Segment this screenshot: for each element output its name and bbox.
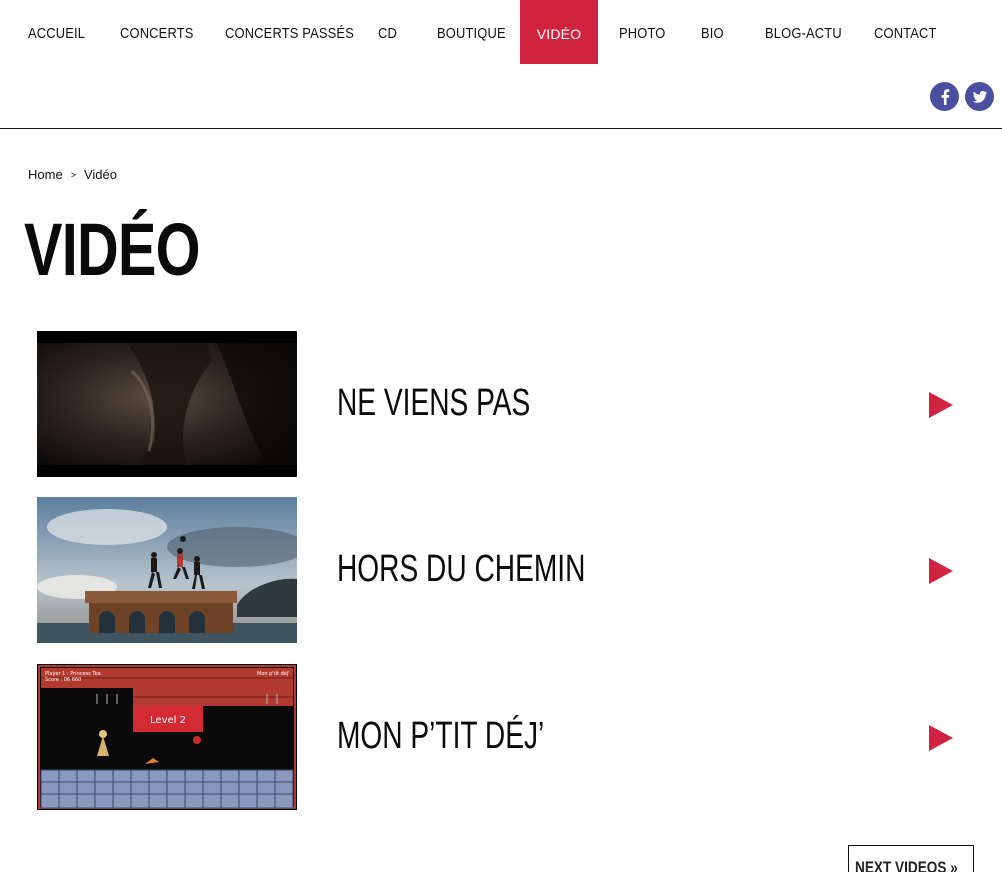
nav-item-cd[interactable]: CD — [378, 0, 397, 64]
next-videos-label: NEXT VIDEOS » — [855, 858, 958, 872]
video-thumbnail[interactable]: Player 1 : Princess Tea Score : 06 660 M… — [37, 664, 297, 810]
breadcrumb: Home > Vidéo — [28, 167, 117, 182]
play-icon[interactable] — [929, 558, 953, 584]
game-title-text: Mon p'tit déj' — [257, 670, 290, 677]
video-thumbnail[interactable] — [37, 331, 297, 477]
breadcrumb-separator: > — [70, 170, 76, 180]
twitter-icon[interactable] — [965, 82, 994, 111]
breadcrumb-home[interactable]: Home — [28, 167, 63, 182]
video-thumbnail[interactable] — [37, 497, 297, 643]
nav-item-blog-actu[interactable]: BLOG-ACTU — [765, 0, 842, 64]
game-score-text: Score : 06 660 — [45, 677, 81, 683]
nav-item-concerts-passes[interactable]: CONCERTS PASSÉS — [225, 0, 354, 64]
page-title: VIDÉO — [24, 208, 201, 291]
nav-item-boutique[interactable]: BOUTIQUE — [437, 0, 506, 64]
main-nav: ACCUEIL CONCERTS CONCERTS PASSÉS CD BOUT… — [0, 0, 1002, 64]
facebook-icon[interactable] — [930, 82, 959, 111]
header-divider — [0, 128, 1002, 129]
nav-item-video[interactable]: VIDÉO — [520, 0, 598, 64]
nav-item-bio[interactable]: BIO — [701, 0, 724, 64]
nav-item-contact[interactable]: CONTACT — [874, 0, 937, 64]
play-icon[interactable] — [929, 725, 953, 751]
nav-item-accueil[interactable]: ACCUEIL — [28, 0, 85, 64]
nav-item-concerts[interactable]: CONCERTS — [120, 0, 194, 64]
video-title[interactable]: NE VIENS PAS — [337, 381, 530, 425]
breadcrumb-current: Vidéo — [83, 167, 117, 182]
video-item[interactable]: Player 1 : Princess Tea Score : 06 660 M… — [37, 664, 967, 810]
video-item[interactable]: NE VIENS PAS — [37, 331, 967, 477]
next-videos-button[interactable]: NEXT VIDEOS » — [848, 845, 974, 872]
play-icon[interactable] — [929, 392, 953, 418]
video-item[interactable]: HORS DU CHEMIN — [37, 497, 967, 643]
nav-item-photo[interactable]: PHOTO — [619, 0, 666, 64]
video-title[interactable]: HORS DU CHEMIN — [337, 547, 585, 591]
game-level-text: Level 2 — [150, 715, 186, 726]
video-title[interactable]: MON P’TIT DÉJ’ — [337, 714, 544, 758]
